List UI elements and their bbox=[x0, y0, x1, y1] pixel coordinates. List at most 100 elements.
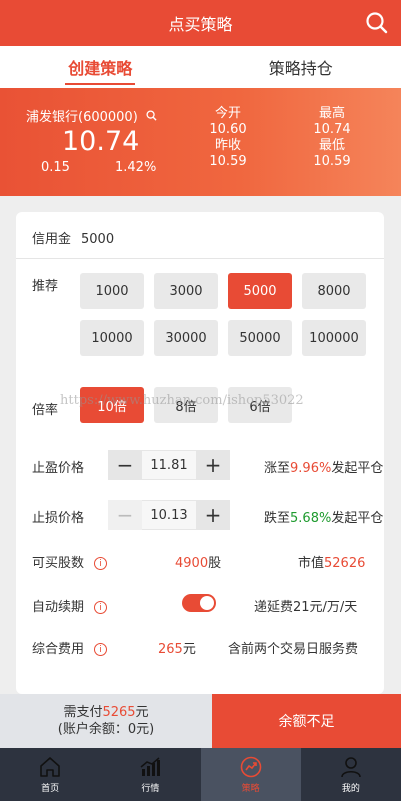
total-fee-note: 含前两个交易日服务费 bbox=[228, 642, 359, 657]
open-value: 10.60 bbox=[209, 122, 247, 137]
tabbar-item-strategy[interactable]: 策略 bbox=[200, 748, 301, 801]
total-fee-row-label: 综合费用 i bbox=[32, 638, 108, 657]
stock-name-row[interactable]: 浦发银行(600000) bbox=[26, 106, 157, 125]
low-value: 10.59 bbox=[313, 154, 351, 169]
divider bbox=[16, 258, 384, 259]
take-profit-hint: 涨至9.96%发起平仓 bbox=[264, 457, 383, 476]
tabbar-item-home[interactable]: 首页 bbox=[0, 748, 100, 801]
high-low-column: 最高 10.74 最低 10.59 bbox=[304, 106, 360, 170]
app-root: 点买策略 创建策略 策略持仓 浦发银行(600000) 10.74 0.15 1… bbox=[0, 0, 401, 801]
payment-bar: 需支付5265元 (账户余额：0元) 余额不足 bbox=[0, 694, 401, 748]
take-profit-hint-prefix: 涨至 bbox=[264, 461, 291, 476]
market-value-label: 市值 bbox=[298, 556, 325, 571]
auto-renew-row-label: 自动续期 i bbox=[32, 596, 108, 615]
strategy-tabs: 创建策略 策略持仓 bbox=[0, 46, 401, 88]
recommend-option-1000[interactable]: 1000 bbox=[80, 273, 144, 309]
home-icon bbox=[40, 757, 60, 777]
chart-icon bbox=[140, 757, 161, 776]
stop-loss-label: 止损价格 bbox=[32, 511, 85, 526]
stop-loss-value[interactable]: 10.13 bbox=[142, 500, 196, 530]
take-profit-minus-button[interactable]: − bbox=[108, 450, 142, 480]
shares-row-label: 可买股数 i bbox=[32, 552, 108, 571]
auto-renew-label: 自动续期 bbox=[32, 600, 85, 615]
prev-close-value: 10.59 bbox=[209, 154, 247, 169]
tabbar-item-market[interactable]: 行情 bbox=[100, 748, 200, 801]
tabbar-label-mine: 我的 bbox=[341, 784, 360, 794]
recommend-option-8000[interactable]: 8000 bbox=[302, 273, 366, 309]
high-label: 最高 bbox=[318, 106, 345, 121]
take-profit-plus-button[interactable]: + bbox=[196, 450, 230, 480]
bottom-tabbar: 首页 行情 策略 我的 bbox=[0, 748, 401, 801]
top-header: 点买策略 bbox=[0, 0, 401, 46]
total-fee-label: 综合费用 bbox=[32, 642, 85, 657]
recommend-option-30000[interactable]: 30000 bbox=[154, 320, 218, 356]
recommend-option-10000[interactable]: 10000 bbox=[80, 320, 144, 356]
credit-label: 信用金 bbox=[32, 232, 72, 247]
watermark-text: https://www.huzhan.com/ishop53022 bbox=[60, 393, 304, 408]
recommend-option-100000[interactable]: 100000 bbox=[302, 320, 366, 356]
open-close-column: 今开 10.60 昨收 10.59 bbox=[200, 106, 256, 170]
info-icon[interactable]: i bbox=[94, 601, 108, 614]
recommend-label: 推荐 bbox=[32, 279, 59, 294]
search-icon[interactable] bbox=[146, 110, 157, 121]
take-profit-value[interactable]: 11.81 bbox=[142, 450, 196, 480]
stop-loss-hint: 跌至5.68%发起平仓 bbox=[264, 507, 383, 526]
tab-strategy-positions[interactable]: 策略持仓 bbox=[201, 46, 401, 88]
stock-quote-panel: 浦发银行(600000) 10.74 0.15 1.42% 今开 10.60 昨… bbox=[0, 88, 401, 196]
stop-loss-hint-prefix: 跌至 bbox=[264, 511, 291, 526]
stock-name: 浦发银行(600000) bbox=[26, 110, 138, 125]
recommend-option-5000[interactable]: 5000 bbox=[228, 273, 292, 309]
info-icon[interactable]: i bbox=[94, 643, 108, 656]
recommend-option-3000[interactable]: 3000 bbox=[154, 273, 218, 309]
need-pay-unit: 元 bbox=[135, 705, 149, 720]
shares-unit: 股 bbox=[208, 556, 222, 571]
need-pay-amount: 5265 bbox=[102, 705, 136, 720]
account-balance: (账户余额：0元) bbox=[57, 722, 155, 737]
leverage-label: 倍率 bbox=[32, 403, 59, 418]
take-profit-label: 止盈价格 bbox=[32, 461, 85, 476]
user-icon bbox=[341, 757, 361, 778]
tabbar-label-home: 首页 bbox=[41, 784, 60, 794]
credit-value: 5000 bbox=[81, 232, 115, 247]
high-value: 10.74 bbox=[313, 122, 351, 137]
stop-loss-hint-suffix: 发起平仓 bbox=[331, 511, 384, 526]
low-label: 最低 bbox=[318, 138, 345, 153]
tabbar-label-strategy: 策略 bbox=[241, 784, 260, 794]
shares-value: 4900 bbox=[175, 556, 209, 571]
strategy-form-card: 信用金 5000 推荐 1000 3000 5000 8000 10000 300… bbox=[16, 212, 384, 694]
tabbar-label-market: 行情 bbox=[141, 784, 160, 794]
info-icon[interactable]: i bbox=[94, 557, 108, 570]
stop-loss-plus-button[interactable]: + bbox=[196, 500, 230, 530]
auto-renew-toggle[interactable] bbox=[182, 594, 216, 612]
need-pay-row: 需支付5265元 bbox=[63, 704, 148, 721]
shares-value-group: 4900股 bbox=[175, 552, 221, 571]
market-value: 52626 bbox=[324, 556, 366, 571]
insufficient-balance-button[interactable]: 余额不足 bbox=[212, 694, 401, 748]
credit-row: 信用金 5000 bbox=[32, 228, 114, 247]
stop-loss-hint-pct: 5.68% bbox=[290, 511, 332, 526]
open-label: 今开 bbox=[214, 106, 241, 121]
take-profit-hint-pct: 9.96% bbox=[290, 461, 332, 476]
recommend-option-50000[interactable]: 50000 bbox=[228, 320, 292, 356]
strategy-icon bbox=[240, 756, 261, 778]
total-fee-value: 265 bbox=[158, 642, 183, 657]
payment-summary: 需支付5265元 (账户余额：0元) bbox=[0, 694, 212, 748]
tabbar-item-mine[interactable]: 我的 bbox=[301, 748, 401, 801]
market-value-group: 市值52626 bbox=[298, 552, 365, 571]
take-profit-stepper: − 11.81 + bbox=[108, 450, 230, 480]
need-pay-prefix: 需支付 bbox=[63, 705, 103, 720]
page-title: 点买策略 bbox=[168, 15, 233, 34]
prev-close-label: 昨收 bbox=[214, 138, 241, 153]
deferral-fee-text: 递延费21元/万/天 bbox=[254, 600, 358, 615]
take-profit-hint-suffix: 发起平仓 bbox=[331, 461, 384, 476]
stock-change-pct: 1.42% bbox=[115, 160, 157, 175]
shares-label: 可买股数 bbox=[32, 556, 85, 571]
stock-price: 10.74 bbox=[62, 126, 140, 157]
stock-change: 0.15 bbox=[41, 160, 70, 175]
stop-loss-stepper: − 10.13 + bbox=[108, 500, 230, 530]
total-fee-value-group: 265元 bbox=[158, 638, 196, 657]
stop-loss-minus-button[interactable]: − bbox=[108, 500, 142, 530]
tab-create-strategy[interactable]: 创建策略 bbox=[0, 46, 201, 88]
search-icon[interactable] bbox=[365, 11, 389, 35]
total-fee-unit: 元 bbox=[182, 642, 196, 657]
